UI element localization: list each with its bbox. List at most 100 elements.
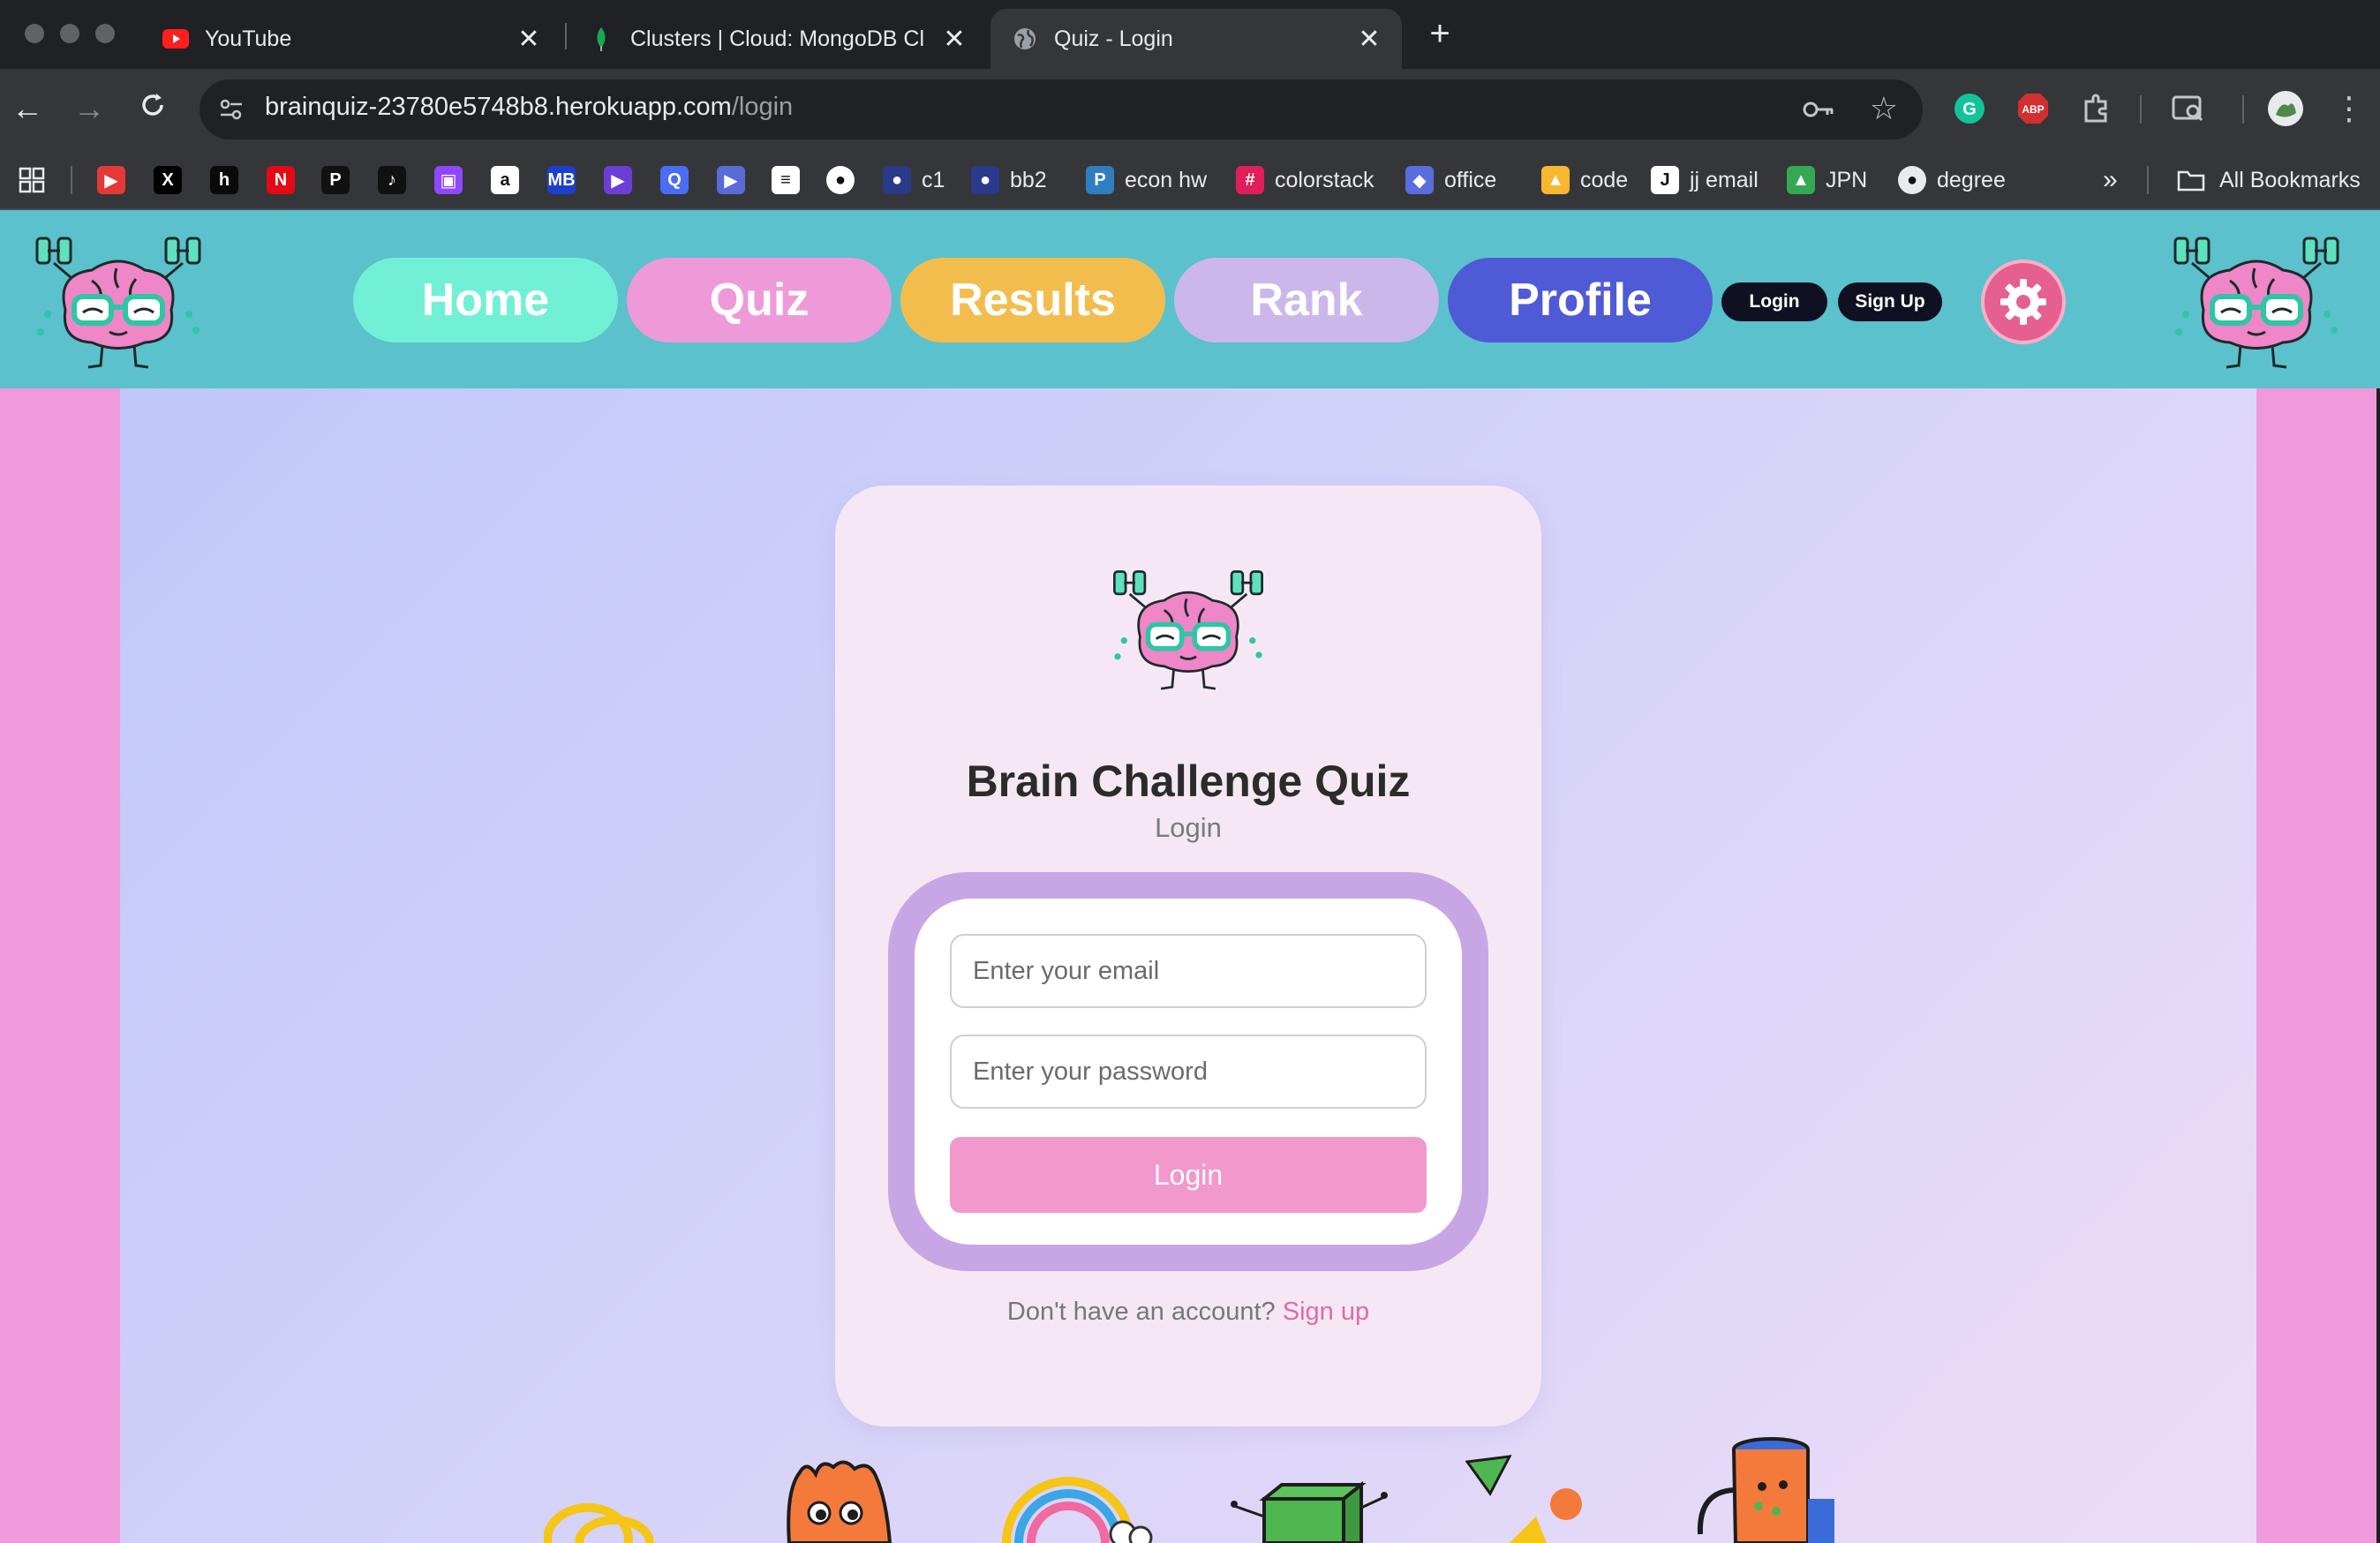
login-form-frame: Login xyxy=(888,872,1488,1271)
tab-youtube[interactable]: YouTube ✕ xyxy=(141,9,561,69)
all-bookmarks-folder[interactable]: All Bookmarks xyxy=(2177,162,2361,198)
github-icon: ● xyxy=(826,166,855,194)
orange-mug-doodle xyxy=(1691,1437,1841,1543)
login-submit-button[interactable]: Login xyxy=(950,1137,1427,1213)
grammarly-icon[interactable]: G xyxy=(1946,85,1993,132)
header-login-button[interactable]: Login xyxy=(1721,282,1827,321)
bookmark-office[interactable]: ◆ office xyxy=(1405,162,1496,198)
reload-icon xyxy=(142,94,163,116)
rainbow-doodle xyxy=(999,1472,1158,1543)
bookmark-label: code xyxy=(1580,167,1629,192)
left-side-panel xyxy=(0,388,120,1543)
signup-prompt: Don't have an account? Sign up xyxy=(835,1298,1541,1327)
new-tab-button[interactable]: + xyxy=(1420,14,1460,55)
bookmark-q[interactable]: Q xyxy=(660,162,689,198)
bookmarks-bar: » All Bookmarks ▶ Xh N P ♪ ▣ a MB ▶ Q ▶ ≡ ● ● c1 ● bb2 Pe… xyxy=(0,150,2380,210)
profile-avatar[interactable] xyxy=(2262,85,2309,132)
bookmark-code[interactable]: ▲ code xyxy=(1541,162,1628,198)
forward-button[interactable]: → xyxy=(67,87,111,131)
slack-icon: # xyxy=(1236,166,1264,194)
toolbar-divider xyxy=(2140,95,2142,124)
back-button[interactable]: ← xyxy=(5,87,49,131)
browser-toolbar: ← → brainquiz-23780e5748b8.herokuapp.com… xyxy=(0,69,2380,150)
adblock-plus-icon[interactable]: ABP xyxy=(2009,85,2057,132)
extensions-puzzle-icon[interactable] xyxy=(2073,85,2120,132)
apps-grid-icon[interactable] xyxy=(18,162,46,198)
brain-mascot-logo-left[interactable] xyxy=(21,226,215,376)
menu-kebab-icon[interactable]: ⋮ xyxy=(2325,85,2373,132)
play-icon: ▶ xyxy=(604,166,632,194)
toolbar-divider xyxy=(2242,95,2244,124)
signup-link[interactable]: Sign up xyxy=(1283,1298,1369,1326)
youtube-icon xyxy=(162,26,189,52)
tiktok-icon: ♪ xyxy=(378,166,406,194)
url-text[interactable]: brainquiz-23780e5748b8.herokuapp.com/log… xyxy=(265,93,793,122)
bookmark-econ-hw[interactable]: Pecon hw xyxy=(1086,162,1207,198)
bookmark-github[interactable]: ● xyxy=(826,162,855,198)
tab-quiz-login[interactable]: Quiz - Login ✕ xyxy=(990,9,1402,69)
bookmark-youtube[interactable]: ▶ xyxy=(97,162,125,198)
page-subtitle: Login xyxy=(1155,812,1222,843)
yellow-rings-doodle xyxy=(543,1499,667,1543)
email-field[interactable] xyxy=(950,934,1427,1008)
rocket-icon: ▲ xyxy=(1541,166,1570,194)
p-icon: P xyxy=(321,166,350,194)
close-tab-icon[interactable]: ✕ xyxy=(943,24,966,55)
mongodb-leaf-icon xyxy=(588,26,614,52)
minimize-window-button[interactable] xyxy=(60,24,79,43)
bookmark-jpn[interactable]: ▲ JPN xyxy=(1787,162,1867,198)
web-page: Home Quiz Results Rank Profile Login Sign Up xyxy=(0,210,2380,1543)
tab-mongodb[interactable]: Clusters | Cloud: MongoDB Cl ✕ xyxy=(567,9,987,69)
site-settings-icon[interactable] xyxy=(217,95,245,128)
bookmark-video[interactable]: ▶ xyxy=(717,162,745,198)
bookmark-colorstack[interactable]: # colorstack xyxy=(1236,162,1375,198)
reload-button[interactable] xyxy=(131,87,175,131)
bookmark-play[interactable]: ▶ xyxy=(604,162,632,198)
close-tab-icon[interactable]: ✕ xyxy=(517,24,540,55)
password-field[interactable] xyxy=(950,1035,1427,1109)
bookmark-mb[interactable]: MB xyxy=(547,162,576,198)
bookmark-star-icon[interactable]: ☆ xyxy=(1870,90,1898,127)
bookmark-p[interactable]: P xyxy=(321,162,350,198)
svg-text:ABP: ABP xyxy=(2022,103,2044,116)
bookmark-bb2[interactable]: ● bb2 xyxy=(971,162,1047,198)
address-bar[interactable]: brainquiz-23780e5748b8.herokuapp.com/log… xyxy=(200,79,1923,139)
bookmark-twitch[interactable]: ▣ xyxy=(434,162,463,198)
bookmark-label: colorstack xyxy=(1275,167,1375,192)
bb-icon: ● xyxy=(971,166,999,194)
bookmark-doc[interactable]: ≡ xyxy=(772,162,800,198)
maximize-window-button[interactable] xyxy=(95,24,115,43)
office-icon: ◆ xyxy=(1405,166,1434,194)
svg-text:G: G xyxy=(1962,100,1977,119)
header-signup-button[interactable]: Sign Up xyxy=(1838,282,1942,321)
bookmark-netflix[interactable]: N xyxy=(267,162,295,198)
nav-quiz-button[interactable]: Quiz xyxy=(627,258,892,342)
bookmark-jj-email[interactable]: Jjj email xyxy=(1651,162,1759,198)
nav-profile-button[interactable]: Profile xyxy=(1448,258,1713,342)
nav-results-button[interactable]: Results xyxy=(900,258,1165,342)
all-bookmarks-label: All Bookmarks xyxy=(2219,167,2361,192)
bookmark-amazon[interactable]: a xyxy=(491,162,519,198)
close-window-button[interactable] xyxy=(25,24,44,43)
bookmark-tiktok[interactable]: ♪ xyxy=(378,162,406,198)
h-icon: h xyxy=(210,166,238,194)
search-tabs-icon[interactable] xyxy=(2165,85,2212,132)
nav-rank-button[interactable]: Rank xyxy=(1174,258,1439,342)
password-key-icon[interactable] xyxy=(1801,94,1836,130)
bookmark-degree[interactable]: ● degree xyxy=(1898,162,2006,198)
bookmark-label: econ hw xyxy=(1125,167,1208,192)
nav-home-button[interactable]: Home xyxy=(353,258,618,342)
tab-title: Clusters | Cloud: MongoDB Cl xyxy=(630,26,925,51)
close-tab-icon[interactable]: ✕ xyxy=(1358,24,1381,55)
bookmark-label: degree xyxy=(1937,167,2006,192)
video-icon: ▶ xyxy=(717,166,745,194)
bookmark-h[interactable]: h xyxy=(210,162,238,198)
login-card: Brain Challenge Quiz Login Login Don't h… xyxy=(835,485,1541,1426)
bookmark-c1[interactable]: ● c1 xyxy=(883,162,945,198)
bookmark-x[interactable]: X xyxy=(154,162,182,198)
green-cube-doodle xyxy=(1229,1464,1388,1543)
c1-icon: ● xyxy=(883,166,911,194)
more-bookmarks-chevron-icon[interactable]: » xyxy=(2103,162,2118,198)
settings-gear-button[interactable] xyxy=(1981,260,2066,344)
folder-icon xyxy=(2177,166,2205,194)
